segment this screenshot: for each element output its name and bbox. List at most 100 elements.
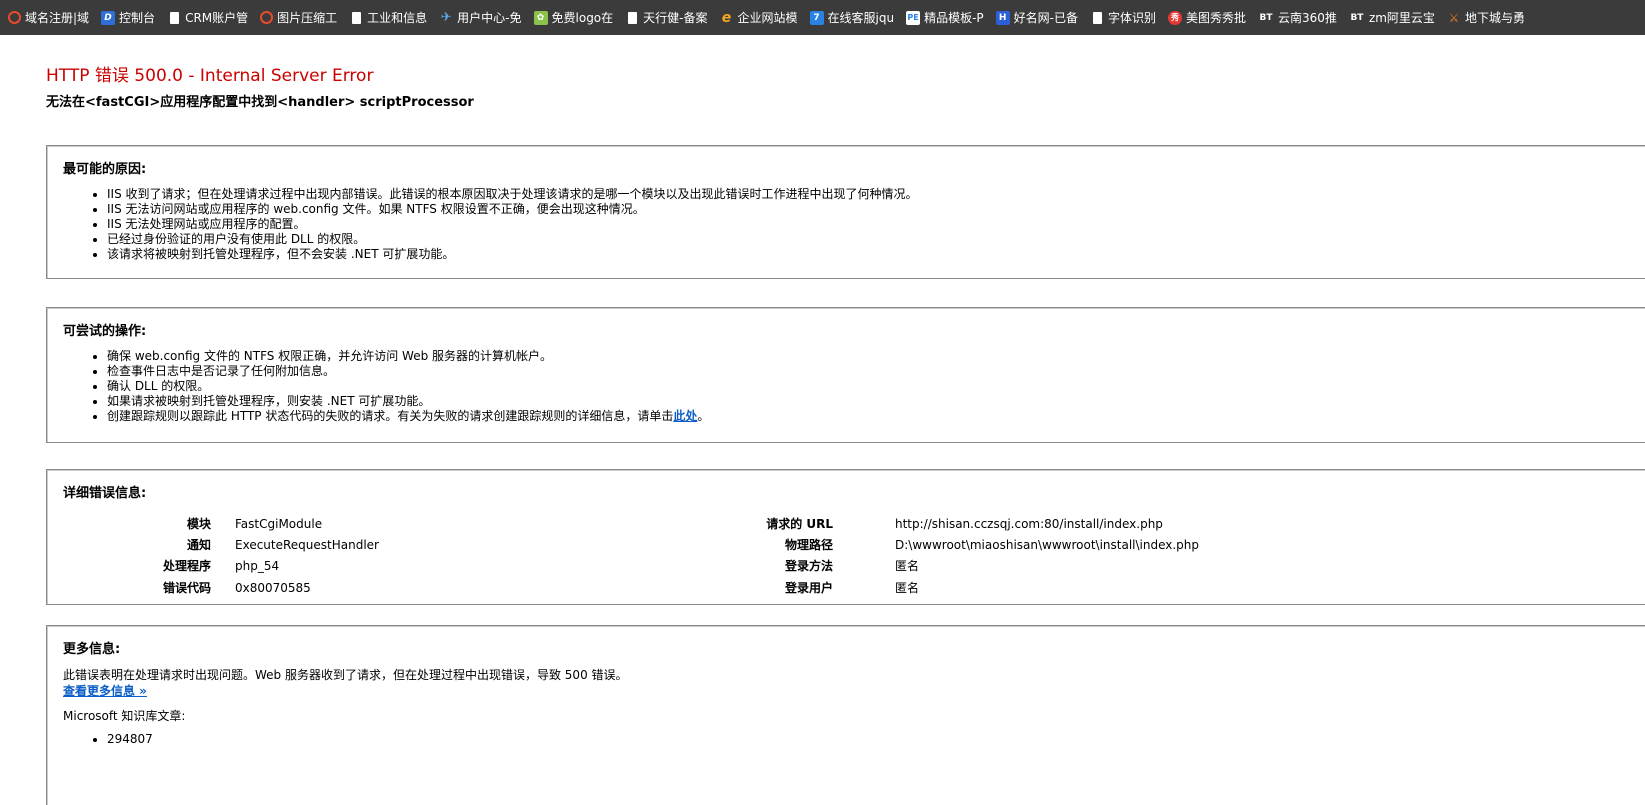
- bookmarks-bar: 域名注册|域 D 控制台 CRM账户管 图片压缩工 工业和信息 ✈ 用户中心-免 ✿…: [0, 0, 1645, 35]
- detail-value: 0x80070585: [235, 581, 311, 595]
- page-title: HTTP 错误 500.0 - Internal Server Error: [46, 66, 374, 86]
- list-item: IIS 无法访问网站或应用程序的 web.config 文件。如果 NTFS 权…: [107, 202, 1630, 217]
- bird-icon: ✈: [440, 9, 452, 25]
- detail-label: 错误代码: [162, 581, 211, 595]
- detail-value: http://shisan.cczsqj.com:80/install/inde…: [895, 517, 1163, 531]
- causes-heading: 最可能的原因:: [63, 162, 147, 177]
- detail-row: 物理路径 D:\wwwroot\miaoshisan\wwwroot\insta…: [747, 535, 1547, 555]
- detail-label: 通知: [186, 538, 211, 552]
- more-text: 此错误表明在处理请求时出现问题。Web 服务器收到了请求，但在处理过程中出现错误…: [63, 668, 628, 682]
- details-heading: 详细错误信息:: [63, 486, 147, 501]
- bookmark-crm[interactable]: CRM账户管: [167, 6, 248, 30]
- detail-value: D:\wwwroot\miaoshisan\wwwroot\install\in…: [895, 538, 1200, 552]
- bookmark-beian[interactable]: 天行健-备案: [625, 6, 707, 30]
- page-icon: [167, 11, 181, 25]
- bookmark-enterprise-templates[interactable]: e 企业网站模: [720, 6, 798, 30]
- bookmark-miit[interactable]: 工业和信息: [349, 6, 427, 30]
- details-panel: 详细错误信息: 模块 FastCgiModule 通知 ExecuteReque…: [46, 469, 1645, 605]
- bookmark-console[interactable]: D 控制台: [101, 6, 155, 30]
- detail-value: 匿名: [895, 581, 920, 595]
- detail-label: 登录用户: [784, 581, 833, 595]
- list-item: 检查事件日志中是否记录了任何附加信息。: [107, 364, 1630, 379]
- more-heading: 更多信息:: [63, 642, 121, 657]
- more-info-panel: 更多信息: 此错误表明在处理请求时出现问题。Web 服务器收到了请求，但在处理过…: [46, 625, 1645, 805]
- detail-row: 错误代码 0x80070585: [47, 578, 747, 598]
- d-logo-icon: D: [101, 10, 116, 25]
- here-link[interactable]: 此处: [673, 409, 697, 423]
- causes-panel: 最可能的原因: IIS 收到了请求；但在处理请求过程中出现内部错误。此错误的根本…: [46, 145, 1645, 279]
- bookmark-premium-templates[interactable]: PE 精品模板-P: [906, 6, 984, 30]
- bookmark-label: 工业和信息: [367, 11, 428, 25]
- bookmark-label: 控制台: [119, 11, 156, 25]
- bookmark-dnf[interactable]: ⚔ 地下城与勇: [1447, 6, 1525, 30]
- bookmark-label: 在线客服jqu: [827, 11, 895, 25]
- list-item: 该请求将被映射到托管处理程序，但不会安装 .NET 可扩展功能。: [107, 247, 1630, 262]
- detail-value: ExecuteRequestHandler: [235, 538, 379, 552]
- detail-label: 请求的 URL: [766, 517, 833, 531]
- red-ring-icon: [260, 11, 274, 24]
- kb-article: 294807: [107, 732, 1630, 747]
- bookmark-label: 地下城与勇: [1464, 11, 1525, 25]
- bookmark-free-logo[interactable]: ✿ 免费logo在: [533, 6, 614, 30]
- detail-label: 物理路径: [784, 538, 833, 552]
- pe-logo-icon: PE: [906, 10, 921, 25]
- bookmark-label: 企业网站模: [737, 11, 798, 25]
- actions-panel: 可尝试的操作: 确保 web.config 文件的 NTFS 权限正确，并允许访…: [46, 307, 1645, 443]
- bookmark-label: 好名网-已备: [1013, 11, 1078, 25]
- causes-list: IIS 收到了请求；但在处理请求过程中出现内部错误。此错误的根本原因取决于处理该…: [63, 187, 1630, 262]
- detail-value: FastCgiModule: [235, 517, 323, 531]
- list-item-end: 。: [697, 409, 710, 423]
- list-item: 已经过身份验证的用户没有使用此 DLL 的权限。: [107, 232, 1630, 247]
- bookmark-domain-register[interactable]: 域名注册|域: [8, 6, 89, 30]
- bookmark-label: 免费logo在: [551, 11, 614, 25]
- kb-list: 294807: [63, 732, 1630, 747]
- seven-logo-icon: 7: [809, 10, 824, 25]
- bookmark-label: zm阿里云宝: [1368, 11, 1435, 25]
- detail-row: 处理程序 php_54: [47, 556, 747, 576]
- more-info-link[interactable]: 查看更多信息 »: [63, 683, 147, 699]
- list-item: IIS 收到了请求；但在处理请求过程中出现内部错误。此错误的根本原因取决于处理该…: [107, 187, 1630, 202]
- bookmark-label: 域名注册|域: [25, 11, 90, 25]
- detail-label: 登录方法: [784, 559, 833, 573]
- h-logo-icon: H: [995, 10, 1010, 25]
- bookmark-label: 云南360推: [1278, 11, 1337, 25]
- green-leaf-icon: ✿: [533, 10, 548, 25]
- bookmark-label: 用户中心-免: [457, 11, 522, 25]
- list-item: 确保 web.config 文件的 NTFS 权限正确，并允许访问 Web 服务…: [107, 349, 1630, 364]
- bookmark-image-compress[interactable]: 图片压缩工: [260, 6, 337, 30]
- bookmark-yunnan360[interactable]: BT 云南360推: [1258, 6, 1337, 30]
- bookmark-label: 天行健-备案: [643, 11, 708, 25]
- bt-icon: BT: [1259, 12, 1273, 23]
- bookmark-label: 字体识别: [1108, 11, 1157, 25]
- e-logo-icon: e: [721, 9, 732, 26]
- detail-row: 登录用户 匿名: [747, 578, 1547, 598]
- detail-row: 登录方法 匿名: [747, 556, 1547, 576]
- list-item-text: 创建跟踪规则以跟踪此 HTTP 状态代码的失败的请求。有关为失败的请求创建跟踪规…: [107, 409, 674, 423]
- error-page: HTTP 错误 500.0 - Internal Server Error 无法…: [46, 35, 1645, 805]
- list-item: 确认 DLL 的权限。: [107, 379, 1630, 394]
- bookmark-label: 美图秀秀批: [1186, 11, 1247, 25]
- bookmark-font-recognize[interactable]: 字体识别: [1090, 6, 1156, 30]
- detail-label: 模块: [186, 517, 211, 531]
- list-item: IIS 无法处理网站或应用程序的配置。: [107, 217, 1630, 232]
- detail-label: 处理程序: [162, 559, 211, 573]
- page-icon: [625, 11, 639, 25]
- detail-row: 通知 ExecuteRequestHandler: [47, 535, 747, 555]
- detail-value: php_54: [235, 559, 280, 573]
- meitu-icon: 秀: [1168, 10, 1183, 25]
- bookmark-label: 精品模板-P: [924, 11, 984, 25]
- detail-value: 匿名: [895, 559, 920, 573]
- bookmark-label: CRM账户管: [185, 11, 249, 25]
- bookmark-zm-aliyun[interactable]: BT zm阿里云宝: [1349, 6, 1435, 30]
- detail-row: 模块 FastCgiModule: [47, 514, 747, 534]
- page-subtitle: 无法在<fastCGI>应用程序配置中找到<handler> scriptPro…: [46, 95, 474, 110]
- bt-icon: BT: [1350, 12, 1364, 23]
- bookmark-meitu[interactable]: 秀美图秀秀批: [1168, 6, 1246, 30]
- bookmark-user-center[interactable]: ✈ 用户中心-免: [439, 6, 522, 30]
- page-icon: [349, 11, 363, 25]
- game-icon: ⚔: [1448, 10, 1460, 25]
- bookmark-online-service[interactable]: 7 在线客服jqu: [809, 6, 895, 30]
- bookmark-label: 图片压缩工: [277, 11, 338, 25]
- bookmark-haoming[interactable]: H 好名网-已备: [995, 6, 1078, 30]
- red-ring-icon: [8, 11, 21, 24]
